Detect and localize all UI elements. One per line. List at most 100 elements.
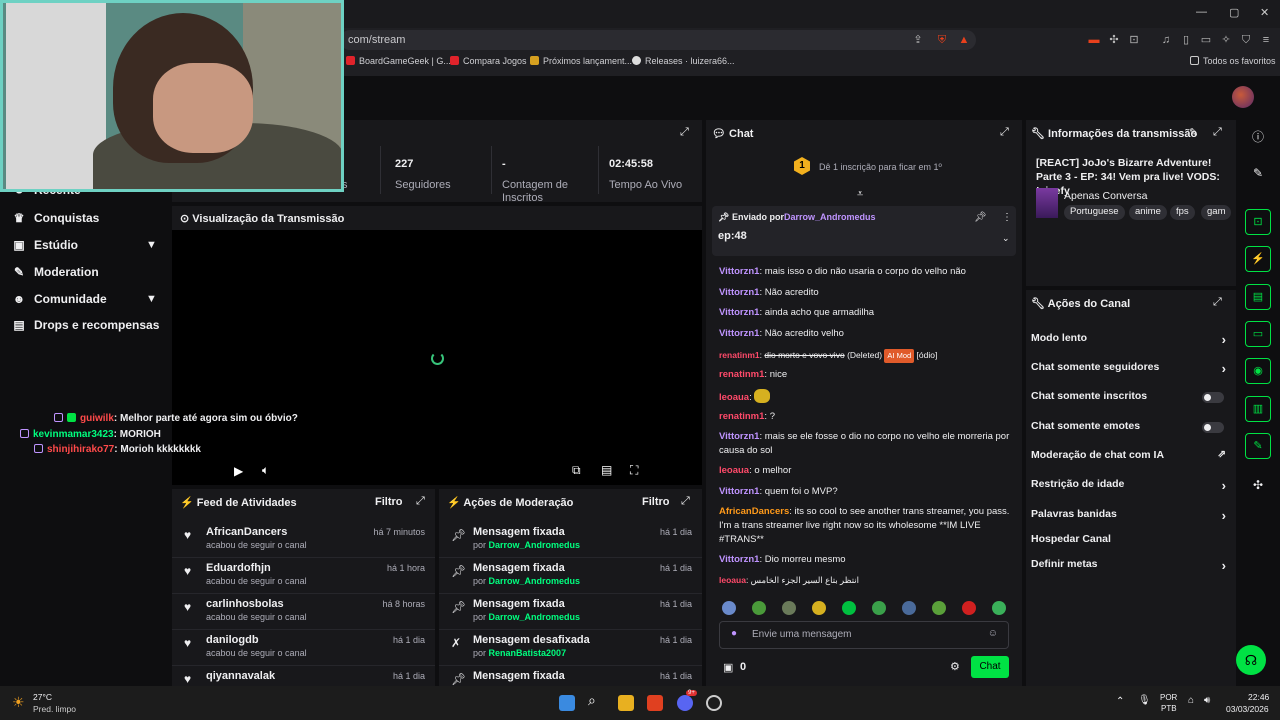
layout-icon[interactable]: ▥ xyxy=(1245,396,1271,422)
bookmark-item[interactable]: Releases · luizera66... xyxy=(632,56,735,66)
list-item[interactable]: ♥ Eduardofhjn acabou de seguir o canal há 1… xyxy=(172,558,435,594)
action-subs-only[interactable]: Chat somente inscritos xyxy=(1031,390,1226,410)
sidebar-icon[interactable]: ▯ xyxy=(1180,34,1192,46)
sidebar-item-conquistas[interactable]: ♛ Conquistas xyxy=(12,211,100,231)
chat-bubble-icon[interactable]: ▭ xyxy=(1245,321,1271,347)
vpn-icon[interactable]: ⛉ xyxy=(1240,34,1252,46)
emote-icon[interactable] xyxy=(902,601,916,615)
obs-icon[interactable] xyxy=(706,695,722,711)
toggle-switch[interactable] xyxy=(1202,422,1224,433)
channel-points-icon[interactable]: ▣ xyxy=(723,661,733,674)
list-item[interactable]: ♥ AfricanDancers acabou de seguir o canal h… xyxy=(172,522,435,558)
list-item[interactable]: ♥ danilogdb acabou de seguir o canal há 1 d… xyxy=(172,630,435,666)
action-host-channel[interactable]: Hospedar Canal xyxy=(1031,533,1226,553)
chat-message-deleted[interactable]: renatinm1: dio morto e vovo vivo (Delete… xyxy=(719,348,1011,363)
list-item[interactable]: 📌︎ Mensagem fixada por Darrow_Andromedus há… xyxy=(439,522,702,558)
chat-message[interactable]: Vittorzn1: ainda acho que armadilha xyxy=(719,306,1011,320)
tag-pill[interactable]: gam xyxy=(1201,205,1231,220)
emoji-icon[interactable]: ☺ xyxy=(988,628,998,639)
sidebar-item-drops[interactable]: ▤ Drops e recompensas xyxy=(12,318,159,338)
brave-shield-icon[interactable]: ⛨ xyxy=(936,34,948,46)
extension-icon[interactable]: ▬ xyxy=(1088,34,1100,46)
tag-pill[interactable]: anime xyxy=(1129,205,1167,220)
leo-icon[interactable]: ✧ xyxy=(1220,34,1232,46)
sidebar-item-estudio[interactable]: ▣ Estúdio xyxy=(12,238,78,258)
network-icon[interactable]: ⌂ xyxy=(1188,695,1194,706)
chat-message[interactable]: Vittorzn1: Não acredito xyxy=(719,286,1011,300)
action-ai-moderation[interactable]: Moderação de chat com IA ⇗ xyxy=(1031,449,1226,469)
bookmark-item[interactable]: Compara Jogos xyxy=(450,56,527,66)
wallet-icon[interactable]: ▭ xyxy=(1200,34,1212,46)
toggle-switch[interactable] xyxy=(1202,392,1224,403)
language-indicator[interactable]: POR xyxy=(1160,693,1177,702)
emote-icon[interactable] xyxy=(872,601,886,615)
popout-icon[interactable]: ⤢ xyxy=(681,495,690,508)
emote-icon[interactable] xyxy=(722,601,736,615)
avatar[interactable] xyxy=(1232,86,1254,108)
chat-message[interactable]: Vittorzn1: quem foi o MVP? xyxy=(719,485,1011,499)
emote-icon[interactable] xyxy=(752,601,766,615)
popout-icon[interactable]: ⤢ xyxy=(1213,296,1222,309)
rewards-icon[interactable]: ▲ xyxy=(958,34,970,46)
chat-message[interactable]: renatinm1: nice xyxy=(719,368,1011,382)
tag-pill[interactable]: Portuguese xyxy=(1064,205,1125,220)
windows-start-icon[interactable] xyxy=(559,695,575,711)
sidebar-item-comunidade[interactable]: ☻ Comunidade xyxy=(12,292,107,312)
emote-icon[interactable] xyxy=(932,601,946,615)
tag-pill[interactable]: fps xyxy=(1170,205,1195,220)
action-set-goals[interactable]: Definir metas › xyxy=(1031,558,1226,578)
broadcast-icon[interactable]: ◉ xyxy=(1245,358,1271,384)
list-item[interactable]: ♥ carlinhosbolas acabou de seguir o canal h… xyxy=(172,594,435,630)
bolt-icon[interactable]: ⚡ xyxy=(1245,246,1271,272)
search-icon[interactable]: ⌕ xyxy=(588,692,604,708)
pip-icon[interactable]: ⧉ xyxy=(572,463,581,478)
edit-icon[interactable]: ✎ xyxy=(1189,126,1198,139)
menu-icon[interactable]: ≡ xyxy=(1260,34,1272,46)
tray-chevron-icon[interactable]: ⌃ xyxy=(1116,696,1124,707)
sidebar-item-moderation[interactable]: ✎ Moderation xyxy=(12,265,99,285)
discord-icon[interactable] xyxy=(677,695,693,711)
wrench-icon[interactable]: ✎ xyxy=(1245,433,1271,459)
emote-icon[interactable] xyxy=(842,601,856,615)
share-icon[interactable]: ⇪ xyxy=(912,34,924,46)
emote-icon[interactable] xyxy=(962,601,976,615)
chat-message[interactable]: leoaua: xyxy=(719,389,1011,405)
list-item[interactable]: 📌︎ Mensagem fixada por Darrow_Andromedus há… xyxy=(439,558,702,594)
file-explorer-icon[interactable] xyxy=(618,695,634,711)
info-icon[interactable]: ⓘ xyxy=(1250,128,1266,144)
popout-icon[interactable]: ⤢ xyxy=(1000,126,1009,139)
edit-icon[interactable]: ✎ xyxy=(1250,166,1266,182)
emote-icon[interactable] xyxy=(782,601,796,615)
mic-tray-icon[interactable]: 🎙︎ xyxy=(1138,695,1151,706)
chat-message[interactable]: Vittorzn1: Não acredito velho xyxy=(719,327,1011,341)
action-followers-only[interactable]: Chat somente seguidores › xyxy=(1031,361,1226,381)
volume-icon[interactable]: 🔊︎ xyxy=(1204,695,1210,706)
chat-message[interactable]: AfricanDancers: its so cool to see anoth… xyxy=(719,505,1011,547)
list-icon[interactable]: ▤ xyxy=(1245,284,1271,310)
pinned-message[interactable]: 📌︎ Enviado por Darrow_Andromedus ep:48 📌… xyxy=(712,206,1016,256)
chevron-down-icon[interactable]: ▼ xyxy=(146,239,157,251)
chat-send-button[interactable]: Chat xyxy=(971,656,1009,678)
extensions-icon[interactable]: ✣ xyxy=(1250,478,1266,494)
close-icon[interactable]: ✕ xyxy=(1260,6,1269,19)
puzzle-icon[interactable]: ✣ xyxy=(1108,34,1120,46)
address-bar[interactable]: com/stream xyxy=(340,30,976,50)
clock-time[interactable]: 22:46 xyxy=(1248,692,1269,702)
fullscreen-icon[interactable]: ⛶ xyxy=(630,463,638,478)
collapse-icon[interactable]: ⩡ xyxy=(857,188,863,201)
more-icon[interactable]: ⋮ xyxy=(1002,212,1012,223)
minimize-icon[interactable]: — xyxy=(1196,6,1207,18)
keyboard-layout[interactable]: PTB xyxy=(1161,704,1177,713)
action-emotes-only[interactable]: Chat somente emotes xyxy=(1031,420,1226,440)
bookmark-item[interactable]: Próximos lançament... xyxy=(530,56,632,66)
weather-temp[interactable]: 27°C xyxy=(33,692,52,702)
list-item[interactable]: ♥ qiyannavalak há 1 dia xyxy=(172,666,435,686)
maximize-icon[interactable]: ▢ xyxy=(1229,6,1239,19)
music-icon[interactable]: ♫ xyxy=(1160,34,1172,46)
mic-icon[interactable]: ● xyxy=(731,628,737,639)
list-item[interactable]: ✗ Mensagem desafixada por RenanBatista2007… xyxy=(439,630,702,666)
clip-icon[interactable]: ⊡ xyxy=(1245,209,1271,235)
chat-message[interactable]: Vittorzn1: mais se ele fosse o dio no co… xyxy=(719,430,1011,458)
chat-message[interactable]: leoaua: انتظر بتاع السير الجزء الخامس xyxy=(719,573,1011,587)
list-item[interactable]: 📌︎ Mensagem fixada há 1 dia xyxy=(439,666,702,686)
